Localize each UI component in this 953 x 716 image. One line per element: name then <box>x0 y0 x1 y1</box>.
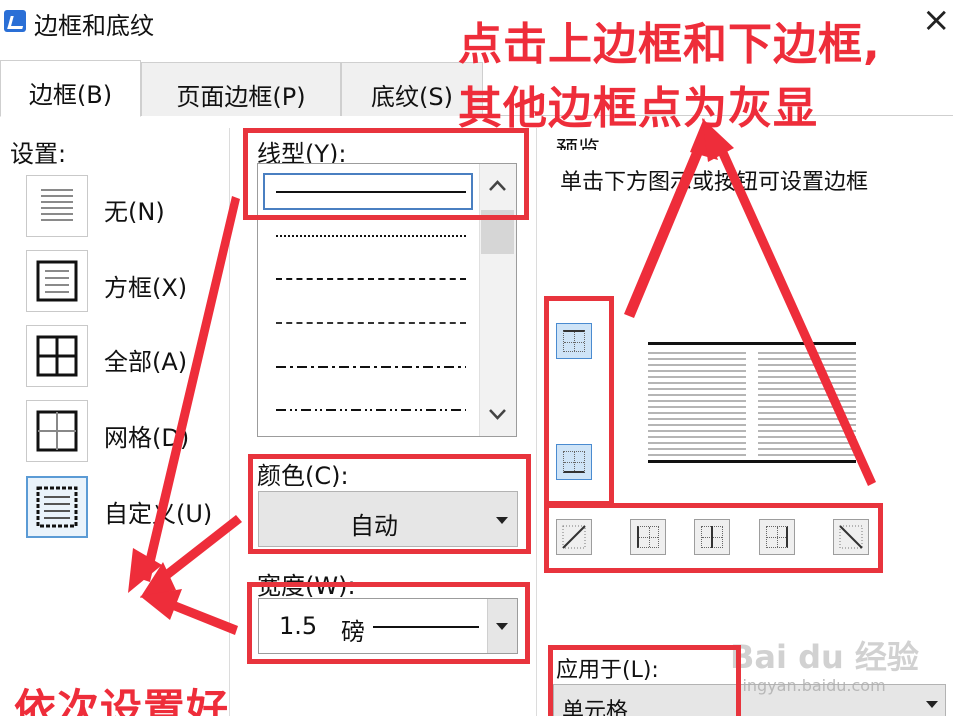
arrow-top-border <box>624 140 707 318</box>
annotation-top-line2: 其他边框点为灰显 <box>458 83 818 134</box>
annotation-top-line1: 点击上边框和下边框, <box>458 19 881 70</box>
arrow-bottom-border <box>712 135 876 486</box>
annotation-bottom: 依次设置好 <box>14 685 230 716</box>
